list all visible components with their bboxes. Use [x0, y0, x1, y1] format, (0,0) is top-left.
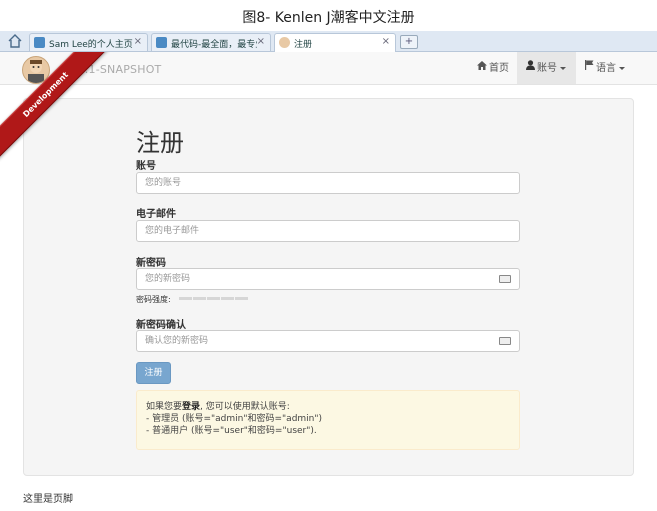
account-label: 账号 [136, 161, 156, 172]
register-button[interactable]: 注册 [136, 362, 171, 384]
browser-tab-2[interactable]: 最代码-最全面，最专业 × [151, 33, 271, 51]
password-input[interactable] [136, 268, 520, 290]
login-link[interactable]: 登录 [182, 402, 200, 412]
avatar-favicon-icon [279, 37, 290, 48]
nav-language-label: 语言 [596, 63, 616, 74]
close-tab-icon[interactable]: × [257, 36, 265, 47]
close-tab-icon[interactable]: × [134, 36, 142, 47]
default-account-alert: 如果您要登录, 您可以使用默认账号: - 管理员 (账号="admin"和密码=… [136, 390, 520, 450]
confirm-password-input[interactable] [136, 330, 520, 352]
nav-account-dropdown[interactable]: 账号 [517, 52, 576, 84]
alert-admin-line: - 管理员 (账号="admin"和密码="admin") [146, 414, 323, 424]
site-favicon-icon [34, 37, 45, 48]
keyboard-icon[interactable] [499, 337, 511, 345]
new-tab-button[interactable]: + [400, 35, 418, 49]
browser-tab-active[interactable]: 注册 × [274, 33, 396, 52]
strength-segment [235, 297, 248, 300]
strength-segment [193, 297, 206, 300]
password-strength-label: 密码强度: [136, 295, 171, 304]
tab-title: Sam Lee的个人主页-最 [49, 40, 133, 50]
password-label: 新密码 [136, 258, 166, 269]
browser-home-icon[interactable] [6, 33, 24, 49]
nav-account-label: 账号 [537, 63, 557, 74]
page-title: 注册 [136, 129, 184, 157]
alert-intro: 如果您要登录, 您可以使用默认账号: [146, 401, 519, 413]
page-footer: 这里是页脚 [23, 494, 73, 505]
chevron-down-icon [619, 66, 625, 70]
alert-prefix: 如果您要 [146, 402, 183, 412]
site-favicon-icon [156, 37, 167, 48]
nav-home[interactable]: 首页 [472, 52, 519, 84]
email-label: 电子邮件 [136, 209, 176, 220]
confirm-password-label: 新密码确认 [136, 320, 186, 331]
close-tab-icon[interactable]: × [382, 36, 390, 47]
nav-language-dropdown[interactable]: 语言 [585, 52, 635, 84]
browser-tab-1[interactable]: Sam Lee的个人主页-最 × [29, 33, 148, 51]
nav-home-label: 首页 [489, 63, 509, 74]
email-input[interactable] [136, 220, 520, 242]
keyboard-icon[interactable] [499, 275, 511, 283]
account-input[interactable] [136, 172, 520, 194]
user-icon [526, 52, 535, 84]
strength-segment [179, 297, 192, 300]
figure-caption: 图8- Kenlen J潮客中文注册 [242, 10, 415, 26]
chevron-down-icon [560, 66, 566, 70]
tab-title: 最代码-最全面，最专业 [171, 40, 257, 50]
strength-segment [221, 297, 234, 300]
development-ribbon: Development [0, 52, 110, 162]
flag-icon [585, 52, 594, 84]
alert-user-line: - 普通用户 (账号="user"和密码="user"). [146, 426, 317, 436]
strength-segment [207, 297, 220, 300]
home-icon [477, 52, 487, 84]
browser-tab-bar: Sam Lee的个人主页-最 × 最代码-最全面，最专业 × 注册 × + [0, 31, 657, 52]
alert-suffix: , 您可以使用默认账号: [200, 402, 290, 412]
development-ribbon-label: Development [0, 52, 110, 160]
tab-title: 注册 [294, 40, 313, 50]
